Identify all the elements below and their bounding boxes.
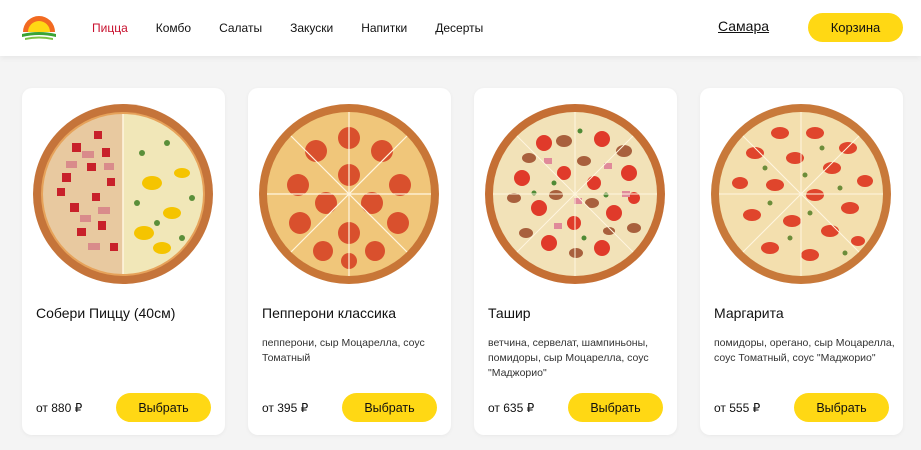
pepperoni-pizza-image[interactable] <box>258 103 440 285</box>
choose-button[interactable]: Выбрать <box>342 393 437 422</box>
city-selector[interactable]: Самара <box>718 18 769 34</box>
tashir-pizza-image[interactable] <box>484 103 666 285</box>
site-header: Пицца Комбо Салаты Закуски Напитки Десер… <box>0 0 921 56</box>
choose-button[interactable]: Выбрать <box>794 393 889 422</box>
nav-item-pizza[interactable]: Пицца <box>92 21 128 35</box>
nav-item-drinks[interactable]: Напитки <box>361 21 407 35</box>
half-and-half-pizza-image[interactable] <box>32 103 214 285</box>
sunrise-logo-icon[interactable] <box>20 10 58 42</box>
product-description: помидоры, орегано, сыр Моцарелла, соус Т… <box>714 337 895 364</box>
product-card[interactable]: Ташир ветчина, сервелат, шампиньоны, пом… <box>474 88 677 435</box>
product-description: пепперони, сыр Моцарелла, соус Томатный <box>262 337 425 364</box>
nav-item-salads[interactable]: Салаты <box>219 21 262 35</box>
product-price: от 880 ₽ <box>36 401 83 415</box>
nav-item-snacks[interactable]: Закуски <box>290 21 333 35</box>
product-card[interactable]: Пепперони классика пепперони, сыр Моцаре… <box>248 88 451 435</box>
product-card[interactable]: Собери Пиццу (40см) от 880 ₽ Выбрать <box>22 88 225 435</box>
choose-button[interactable]: Выбрать <box>568 393 663 422</box>
main-nav: Пицца Комбо Салаты Закуски Напитки Десер… <box>92 0 511 56</box>
product-title: Маргарита <box>714 305 784 321</box>
choose-button[interactable]: Выбрать <box>116 393 211 422</box>
product-description: ветчина, сервелат, шампиньоны, помидоры,… <box>488 337 649 379</box>
product-price: от 635 ₽ <box>488 401 535 415</box>
nav-item-combo[interactable]: Комбо <box>156 21 191 35</box>
product-title: Собери Пиццу (40см) <box>36 305 176 321</box>
cart-button[interactable]: Корзина <box>808 13 903 42</box>
product-title: Пепперони классика <box>262 305 397 321</box>
product-price: от 555 ₽ <box>714 401 761 415</box>
product-title: Ташир <box>488 305 531 321</box>
nav-item-desserts[interactable]: Десерты <box>435 21 483 35</box>
product-price: от 395 ₽ <box>262 401 309 415</box>
margarita-pizza-image[interactable] <box>710 103 892 285</box>
product-card[interactable]: Маргарита помидоры, орегано, сыр Моцарел… <box>700 88 903 435</box>
